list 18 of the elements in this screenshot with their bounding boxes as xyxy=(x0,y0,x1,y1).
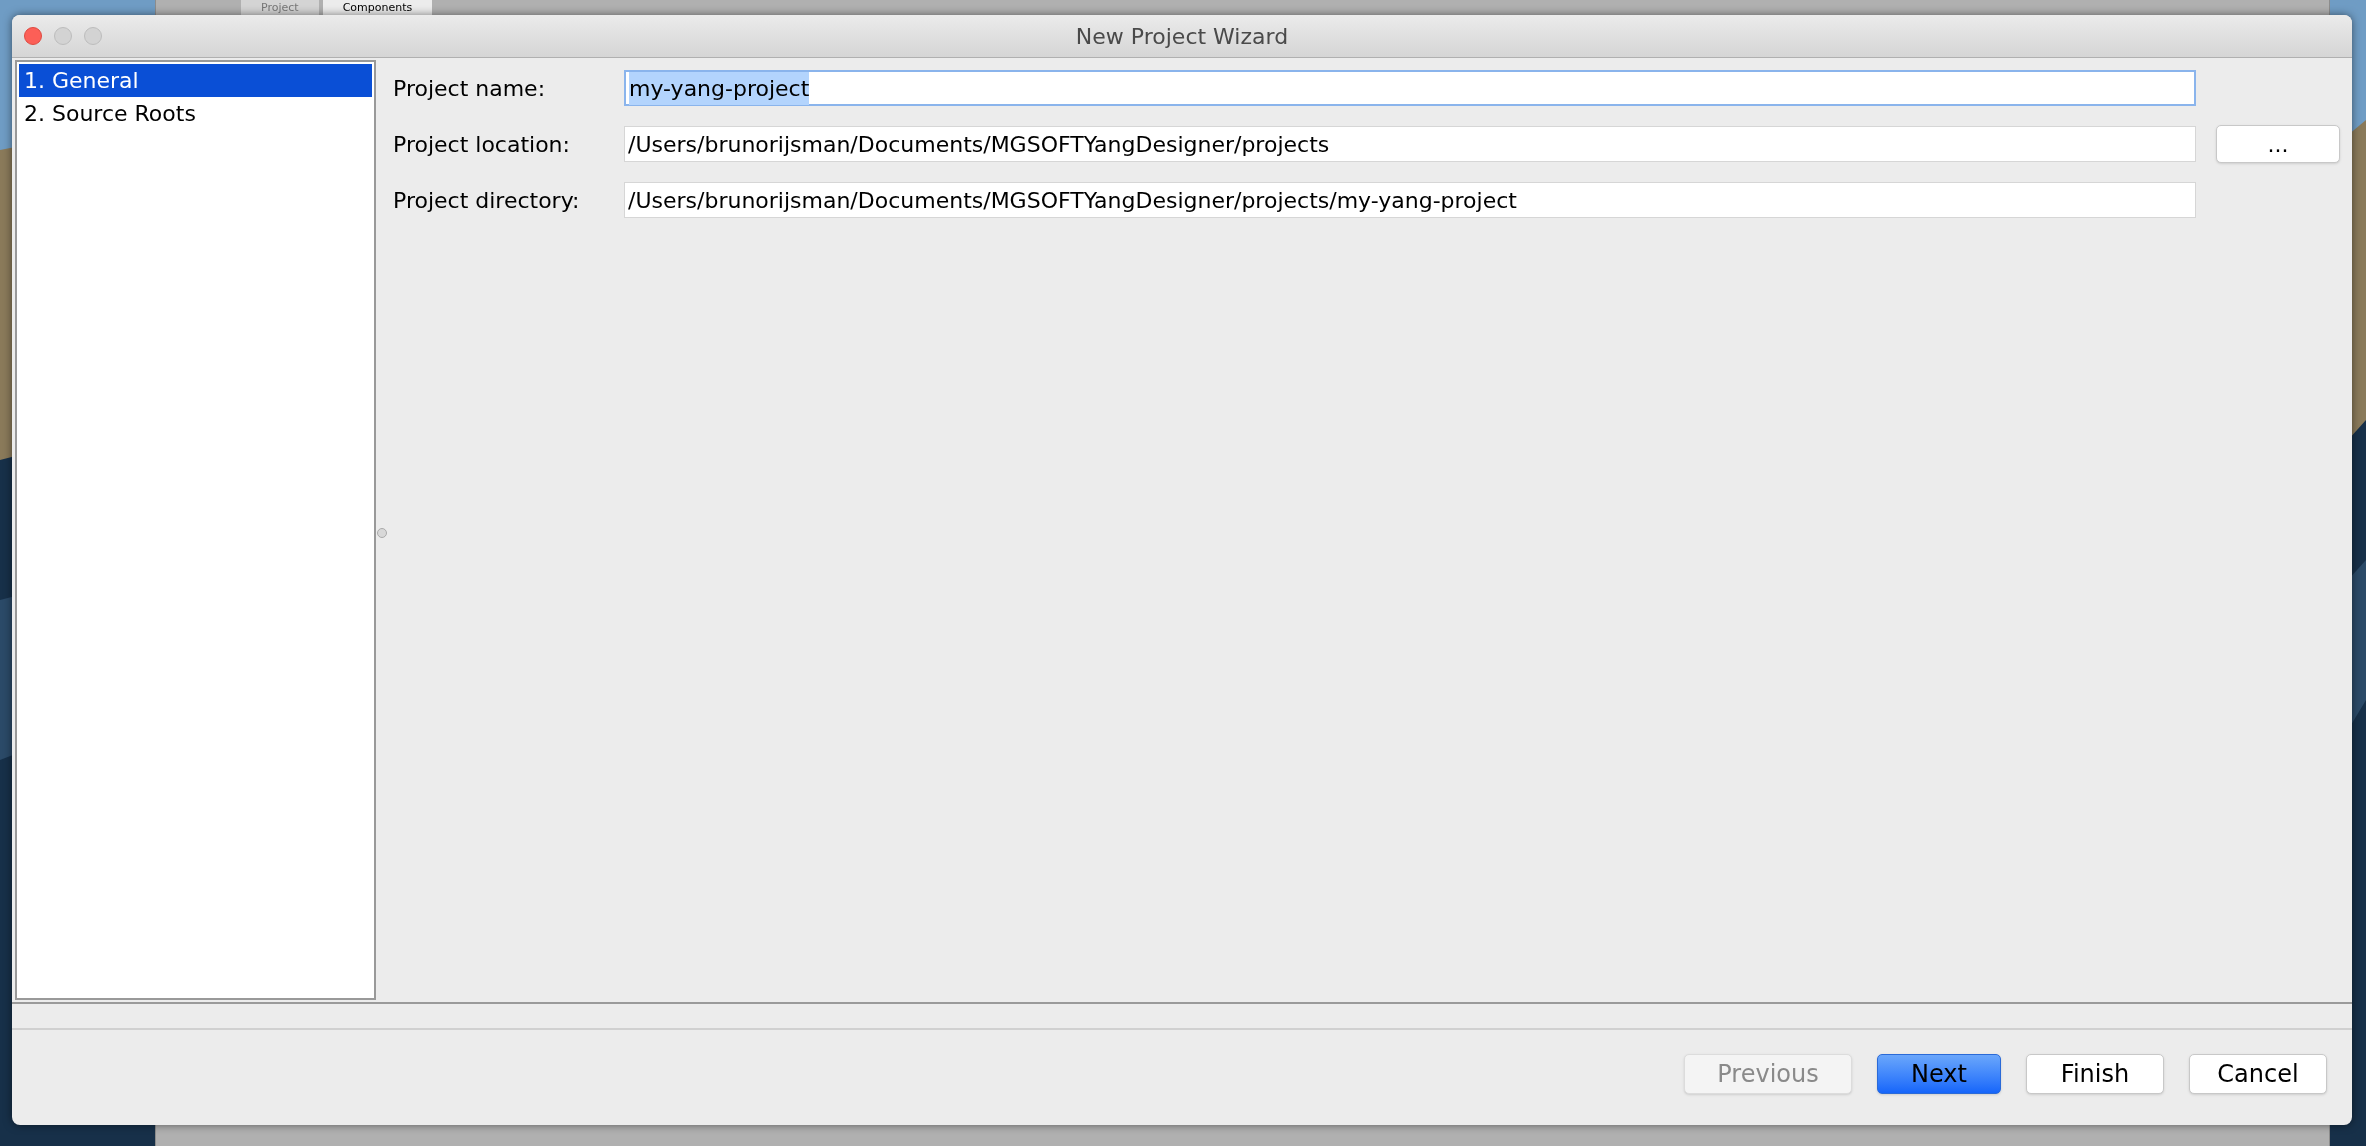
window-title: New Project Wizard xyxy=(1075,22,1289,51)
wizard-button[interactable]: Next xyxy=(1877,1053,2001,1094)
splitter-handle-icon[interactable] xyxy=(377,528,387,538)
field-label: Project directory: xyxy=(393,186,581,215)
text-field[interactable]: /Users/brunorijsman/Documents/MGSOFTYangDesigner/projects/my-yang-project xyxy=(624,182,2196,218)
text-field[interactable]: /Users/brunorijsman/Documents/MGSOFTYangDesigner/projects xyxy=(624,126,2196,162)
browse-button[interactable]: ... xyxy=(2216,125,2340,163)
wizard-button[interactable]: Finish xyxy=(2026,1053,2164,1094)
tab[interactable]: Components xyxy=(322,0,433,15)
step-item[interactable]: 1. General xyxy=(19,64,372,97)
wizard-button[interactable]: Cancel xyxy=(2189,1053,2327,1094)
close-icon[interactable] xyxy=(24,27,42,45)
zoom-icon[interactable] xyxy=(84,27,102,45)
field-label: Project location: xyxy=(393,130,571,159)
text-field[interactable]: my-yang-project xyxy=(624,70,2196,106)
minimize-icon[interactable] xyxy=(54,27,72,45)
field-label: Project name: xyxy=(393,74,547,103)
step-item[interactable]: 2. Source Roots xyxy=(19,97,372,130)
